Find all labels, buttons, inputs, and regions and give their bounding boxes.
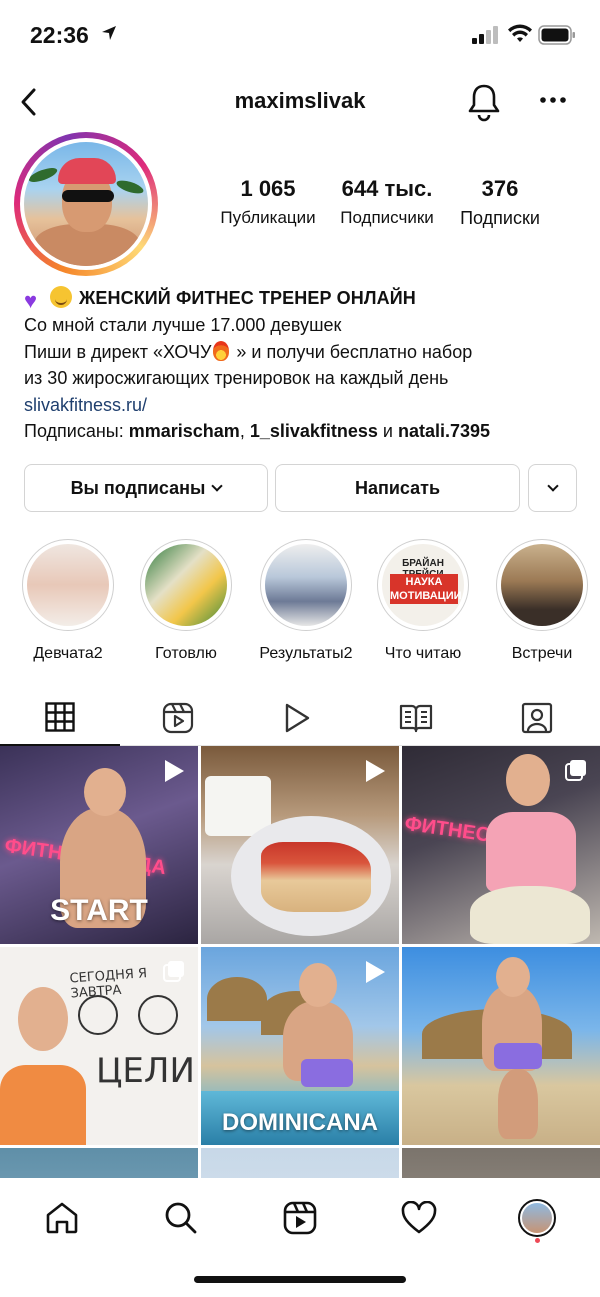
post-tile[interactable]: ФИТНЕС БАНДА: [402, 746, 600, 944]
tab-guides[interactable]: [356, 690, 476, 746]
location-arrow-icon: [102, 26, 116, 40]
profile-photo: [24, 142, 148, 266]
highlight-cover: [265, 544, 347, 626]
bell-icon[interactable]: [467, 82, 501, 122]
followers-count[interactable]: 644 тыс. Подписчики: [330, 176, 444, 228]
bio-line-2: Пиши в директ «ХОЧУ » и получи бесплатно…: [24, 340, 473, 362]
status-time: 22:36: [30, 22, 89, 48]
posts-count[interactable]: 1 065 Публикации: [216, 176, 320, 228]
tab-videos[interactable]: [237, 690, 357, 746]
profile-tabs: [0, 690, 600, 746]
chevron-down-icon: [546, 480, 559, 492]
carousel-icon: [565, 760, 586, 781]
notification-dot: [535, 1238, 540, 1243]
post-tile[interactable]: ФИТНЕС БАНДА START: [0, 746, 198, 944]
suggested-accounts-button[interactable]: [528, 464, 577, 512]
post-tile[interactable]: [402, 947, 600, 1145]
post-tile[interactable]: СЕГОДНЯ Я ЗАВТРА ЦЕЛИ: [0, 947, 198, 1145]
highlight-label: Встречи: [511, 645, 573, 662]
reels-icon: [283, 1201, 317, 1235]
wifi-icon: [508, 24, 532, 42]
tab-posts-grid[interactable]: [0, 690, 120, 746]
highlight-vstrechi[interactable]: Встречи: [490, 539, 594, 663]
highlight-rezultaty2[interactable]: Результаты2: [254, 539, 358, 663]
video-play-icon: [285, 703, 310, 733]
carousel-icon: [163, 961, 184, 982]
profile-bio: ♥ ЖЕНСКИЙ ФИТНЕС ТРЕНЕР ОНЛАЙН Со мной с…: [24, 285, 584, 445]
battery-icon: [538, 25, 575, 45]
tab-reels[interactable]: [118, 690, 238, 746]
smiling-face-icon: [50, 286, 72, 308]
grid-icon: [45, 702, 75, 732]
bio-display-name: ЖЕНСКИЙ ФИТНЕС ТРЕНЕР ОНЛАЙН: [79, 288, 416, 308]
bottom-navigation: [0, 1178, 600, 1297]
nav-home[interactable]: [38, 1194, 86, 1242]
bio-line-3: из 30 жиросжигающих тренировок на каждый…: [24, 368, 449, 388]
highlight-label: Результаты2: [259, 645, 353, 662]
nav-activity[interactable]: [395, 1194, 443, 1242]
profile-header: maximslivak: [0, 78, 600, 126]
home-icon: [46, 1202, 78, 1234]
bio-line-1: Со мной стали лучше 17.000 девушек: [24, 315, 342, 335]
post-overlay-text: DOMINICANA: [222, 1109, 378, 1136]
message-button[interactable]: Написать: [275, 464, 520, 512]
tab-tagged[interactable]: [477, 690, 597, 746]
nav-reels[interactable]: [276, 1194, 324, 1242]
heart-icon: [401, 1201, 437, 1234]
profile-username: maximslivak: [234, 88, 366, 113]
post-overlay-text: START: [50, 894, 148, 927]
profile-avatar-ring[interactable]: [14, 132, 158, 276]
handwritten-text: ЦЕЛИ: [96, 1051, 195, 1091]
subscribed-button[interactable]: Вы подписаны: [24, 464, 268, 512]
followed-by-line[interactable]: Подписаны: mmarischam, 1_slivakfitness и…: [24, 418, 584, 445]
highlight-cover: [501, 544, 583, 626]
post-tile[interactable]: [0, 1148, 198, 1178]
home-indicator: [194, 1276, 406, 1283]
cellular-signal-icon: [472, 26, 498, 44]
posts-grid: ФИТНЕС БАНДА START ФИТНЕС БАНДА СЕГОДНЯ …: [0, 746, 600, 1178]
following-count[interactable]: 376 Подписки: [450, 176, 550, 229]
bio-website-link[interactable]: slivakfitness.ru/: [24, 392, 584, 419]
highlight-cover: БРАЙАН ТРЕЙСИ НАУКА МОТИВАЦИИ: [382, 544, 464, 626]
guide-book-icon: [399, 704, 433, 733]
highlight-cover: [27, 544, 109, 626]
post-tile[interactable]: [201, 1148, 399, 1178]
highlight-devchata2[interactable]: Девчата2: [16, 539, 120, 663]
reels-icon: [162, 702, 194, 734]
nav-profile[interactable]: [513, 1194, 561, 1242]
reel-play-icon: [366, 961, 385, 983]
post-tile[interactable]: DOMINICANA: [201, 947, 399, 1145]
followed-user[interactable]: natali.7395: [398, 421, 490, 441]
purple-heart-icon: ♥: [24, 288, 38, 313]
reel-play-icon: [366, 760, 385, 782]
profile-avatar[interactable]: [20, 138, 152, 270]
highlight-label: Что читаю: [384, 645, 462, 662]
search-icon: [165, 1202, 197, 1234]
more-horizontal-icon[interactable]: [538, 84, 568, 116]
reel-play-icon: [165, 760, 184, 782]
followed-user[interactable]: mmarischam: [129, 421, 240, 441]
profile-stats: 1 065 Публикации 644 тыс. Подписчики 376…: [210, 176, 560, 232]
profile-avatar: [518, 1199, 556, 1237]
highlight-cover: [145, 544, 227, 626]
nav-search[interactable]: [157, 1194, 205, 1242]
tagged-person-icon: [521, 702, 553, 734]
fire-icon: [213, 340, 230, 361]
status-bar: 22:36: [0, 0, 600, 70]
post-tile[interactable]: [402, 1148, 600, 1178]
bio-name-line: ♥ ЖЕНСКИЙ ФИТНЕС ТРЕНЕР ОНЛАЙН: [24, 285, 584, 312]
highlight-gotovlyu[interactable]: Готовлю: [134, 539, 238, 663]
highlight-label: Девчата2: [33, 645, 103, 662]
highlight-label: Готовлю: [155, 645, 217, 662]
highlight-chto-chitayu[interactable]: БРАЙАН ТРЕЙСИ НАУКА МОТИВАЦИИ Что читаю: [371, 539, 475, 663]
chevron-down-icon: [211, 480, 224, 492]
followed-user[interactable]: 1_slivakfitness: [250, 421, 378, 441]
post-tile[interactable]: [201, 746, 399, 944]
